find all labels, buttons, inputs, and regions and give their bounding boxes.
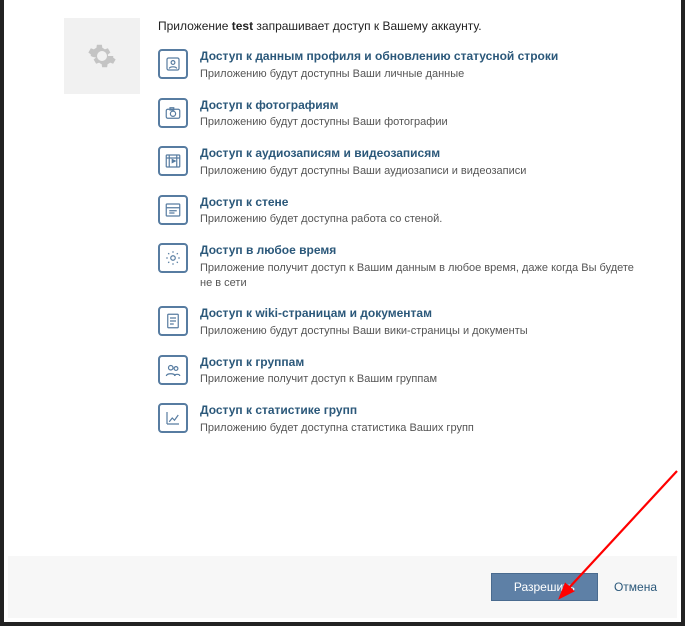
intro-suffix: запрашивает доступ к Вашему аккаунту. bbox=[253, 19, 482, 33]
permission-title: Доступ к wiki-страницам и документам bbox=[200, 306, 641, 322]
permission-item: Доступ к данным профиля и обновлению ста… bbox=[158, 49, 641, 81]
permission-text: Доступ к фотографиямПриложению будут дос… bbox=[200, 98, 641, 130]
camera-icon bbox=[158, 98, 188, 128]
permission-description: Приложению будет доступна работа со стен… bbox=[200, 212, 641, 227]
permission-description: Приложению будут доступны Ваши вики-стра… bbox=[200, 324, 641, 339]
permission-text: Доступ в любое время Приложение получит д… bbox=[200, 243, 641, 290]
wall-icon bbox=[158, 195, 188, 225]
permission-item: Доступ к стенеПриложению будет доступна … bbox=[158, 195, 641, 227]
permission-description: Приложению будут доступны Ваши аудиозапи… bbox=[200, 164, 641, 179]
stats-icon bbox=[158, 403, 188, 433]
dialog-frame: Приложение test запрашивает доступ к Ваш… bbox=[0, 0, 685, 626]
permission-text: Доступ к данным профиля и обновлению ста… bbox=[200, 49, 641, 81]
permission-description: Приложение получит доступ к Вашим данным… bbox=[200, 261, 641, 291]
permission-item: Доступ к фотографиямПриложению будут дос… bbox=[158, 98, 641, 130]
app-avatar-placeholder bbox=[64, 18, 140, 94]
cancel-button[interactable]: Отмена bbox=[614, 580, 657, 594]
media-icon bbox=[158, 146, 188, 176]
docs-icon bbox=[158, 306, 188, 336]
permission-description: Приложению будут доступны Ваши фотографи… bbox=[200, 115, 641, 130]
groups-icon bbox=[158, 355, 188, 385]
intro-text: Приложение test запрашивает доступ к Ваш… bbox=[158, 18, 641, 35]
allow-button[interactable]: Разрешить bbox=[491, 573, 598, 601]
dialog-footer: Разрешить Отмена bbox=[8, 556, 677, 618]
dialog-right-column: Приложение test запрашивает доступ к Ваш… bbox=[158, 18, 651, 452]
permission-title: Доступ к группам bbox=[200, 355, 641, 371]
permission-item: Доступ к wiki-страницам и документам Прил… bbox=[158, 306, 641, 338]
permission-text: Доступ к аудиозаписям и видеозаписям Прил… bbox=[200, 146, 641, 178]
permission-title: Доступ к статистике групп bbox=[200, 403, 641, 419]
permission-title: Доступ к фотографиям bbox=[200, 98, 641, 114]
intro-prefix: Приложение bbox=[158, 19, 232, 33]
permissions-list: Доступ к данным профиля и обновлению ста… bbox=[158, 49, 641, 435]
permission-item: Доступ к группамПриложение получит досту… bbox=[158, 355, 641, 387]
permission-title: Доступ к данным профиля и обновлению ста… bbox=[200, 49, 641, 65]
profile-icon bbox=[158, 49, 188, 79]
permission-text: Доступ к wiki-страницам и документам Прил… bbox=[200, 306, 641, 338]
permission-text: Доступ к статистике групп Приложению буде… bbox=[200, 403, 641, 435]
dialog-content: Приложение test запрашивает доступ к Ваш… bbox=[4, 0, 681, 452]
gear-icon bbox=[87, 41, 117, 71]
permission-text: Доступ к группамПриложение получит досту… bbox=[200, 355, 641, 387]
permission-text: Доступ к стенеПриложению будет доступна … bbox=[200, 195, 641, 227]
permission-description: Приложение получит доступ к Вашим группа… bbox=[200, 372, 641, 387]
permission-item: Доступ в любое время Приложение получит д… bbox=[158, 243, 641, 290]
permission-title: Доступ к стене bbox=[200, 195, 641, 211]
permission-item: Доступ к статистике групп Приложению буде… bbox=[158, 403, 641, 435]
permission-description: Приложению будет доступна статистика Ваш… bbox=[200, 421, 641, 436]
permission-title: Доступ к аудиозаписям и видеозаписям bbox=[200, 146, 641, 162]
permission-item: Доступ к аудиозаписям и видеозаписям Прил… bbox=[158, 146, 641, 178]
permission-title: Доступ в любое время bbox=[200, 243, 641, 259]
app-name: test bbox=[232, 19, 253, 33]
permission-description: Приложению будут доступны Ваши личные да… bbox=[200, 67, 641, 82]
offline-icon bbox=[158, 243, 188, 273]
